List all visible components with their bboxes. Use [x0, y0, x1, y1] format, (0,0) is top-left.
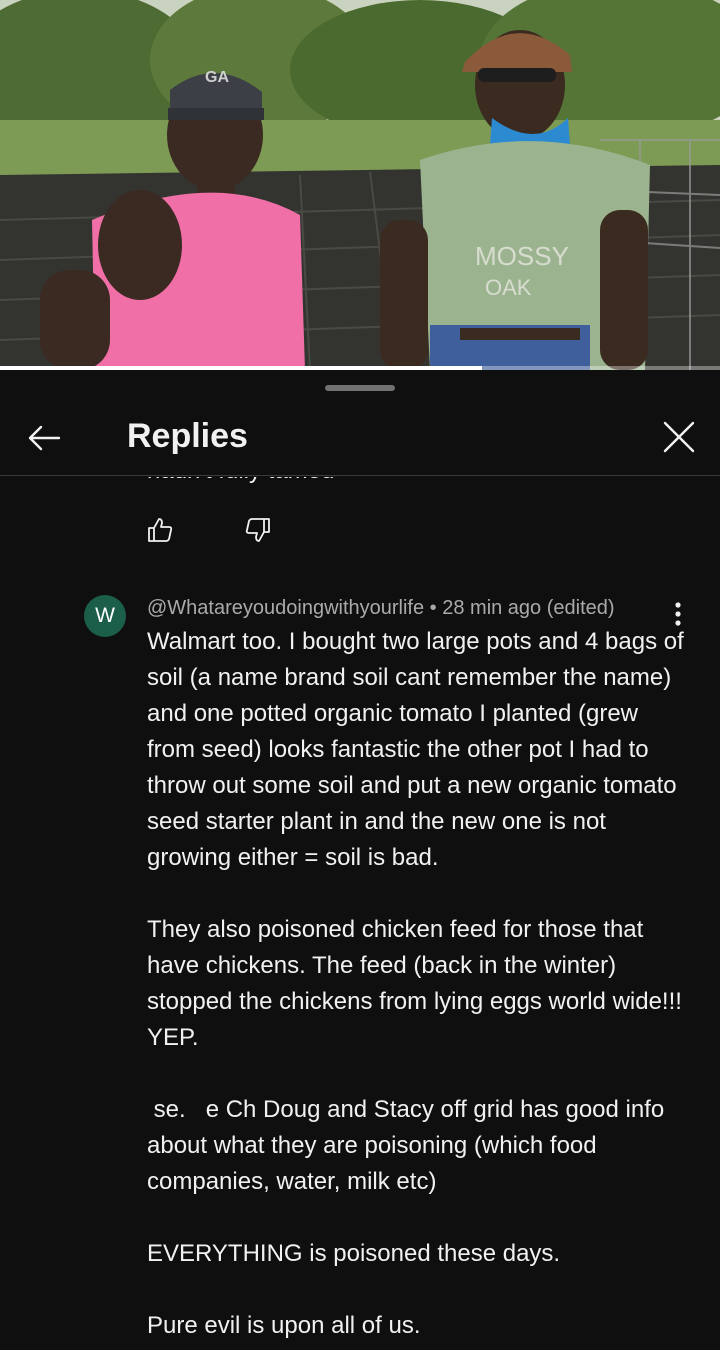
back-button[interactable]	[22, 416, 66, 460]
drag-handle[interactable]	[325, 385, 395, 391]
thumbs-down-icon	[245, 518, 270, 542]
previous-comment-text: hadn't fully tamed	[147, 477, 334, 485]
video-player[interactable]: GA MOSSY OAK	[0, 0, 720, 370]
comment-paragraph: se. e Ch Doug and Stacy off grid has goo…	[147, 1096, 671, 1195]
comment-time: • 28 min ago (edited)	[424, 597, 615, 619]
previous-comment-clipped: hadn't fully tamed	[0, 477, 720, 489]
comment-body: Walmart too. I bought two large pots and…	[147, 624, 687, 1344]
page-title: Replies	[127, 417, 248, 455]
comment-paragraph: They also poisoned chicken feed for thos…	[147, 916, 682, 1051]
close-button[interactable]	[656, 414, 702, 460]
video-frame: GA MOSSY OAK	[0, 0, 720, 370]
comment-author[interactable]: @Whatareyoudoingwithyourlife	[147, 597, 424, 619]
replies-header: Replies	[0, 400, 720, 476]
svg-text:GA: GA	[205, 69, 229, 86]
like-button[interactable]	[140, 510, 180, 550]
arrow-left-icon	[28, 425, 61, 451]
thumbs-up-icon	[148, 518, 173, 542]
svg-text:OAK: OAK	[485, 275, 532, 300]
comment-paragraph: EVERYTHING is poisoned these days.	[147, 1240, 561, 1267]
svg-text:MOSSY: MOSSY	[475, 241, 569, 271]
dislike-button[interactable]	[238, 510, 278, 550]
comment-paragraph: Pure evil is upon all of us.	[147, 1312, 421, 1339]
comment-meta: @Whatareyoudoingwithyourlife • 28 min ag…	[147, 595, 615, 621]
comment-paragraph: Walmart too. I bought two large pots and…	[147, 628, 684, 871]
replies-sheet: Replies hadn't fully tamed W @Whatareyou…	[0, 370, 720, 1350]
close-icon	[663, 421, 695, 453]
avatar[interactable]: W	[84, 595, 126, 637]
